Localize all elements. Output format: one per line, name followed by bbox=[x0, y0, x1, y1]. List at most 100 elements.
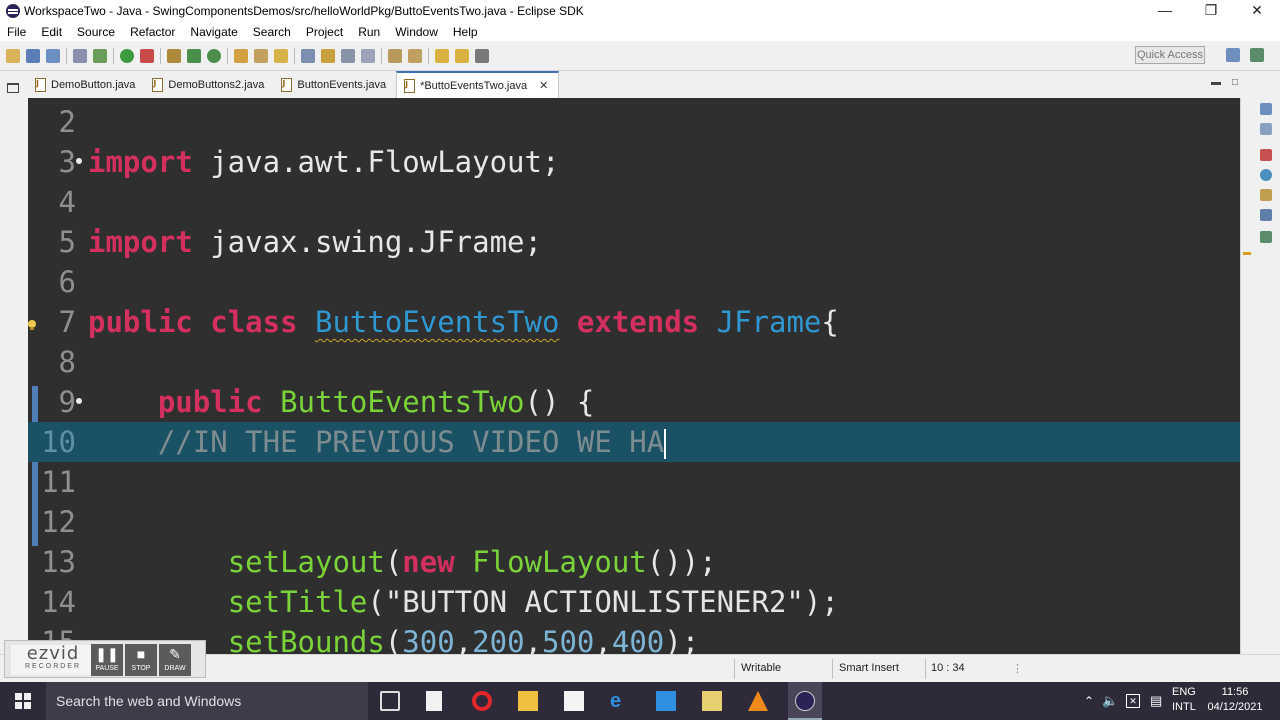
status-more-icon[interactable]: ⋮ bbox=[1012, 662, 1023, 675]
menu-help[interactable]: Help bbox=[446, 25, 486, 39]
quick-access-input[interactable]: Quick Access bbox=[1135, 46, 1205, 64]
declaration-icon[interactable] bbox=[1260, 189, 1272, 201]
problems-icon[interactable] bbox=[1260, 149, 1272, 161]
warning-lightbulb-icon[interactable] bbox=[26, 318, 38, 330]
javadoc-icon[interactable] bbox=[1260, 169, 1272, 181]
debug-icon[interactable] bbox=[93, 48, 107, 63]
new-class-icon[interactable] bbox=[207, 48, 221, 63]
action-center-icon[interactable]: ✕ bbox=[1126, 694, 1140, 708]
java-perspective-icon[interactable] bbox=[1250, 48, 1264, 62]
close-window-icon[interactable]: ✕ bbox=[1234, 0, 1280, 22]
toggle-mark-icon[interactable] bbox=[301, 48, 315, 63]
edit-icon[interactable] bbox=[274, 48, 288, 63]
input-language[interactable]: ENG INTL bbox=[1172, 685, 1196, 715]
forward-arrow-icon[interactable] bbox=[475, 48, 489, 63]
close-tab-icon[interactable]: ✕ bbox=[539, 79, 548, 92]
show-whitespace-icon[interactable] bbox=[361, 48, 375, 63]
tab-buttoeventstwo[interactable]: *ButtoEventsTwo.java ✕ bbox=[396, 71, 560, 98]
tab-demobuttons2[interactable]: DemoButtons2.java bbox=[145, 71, 274, 98]
file-icon[interactable] bbox=[426, 691, 442, 711]
code-token: import bbox=[88, 225, 193, 259]
show-hidden-icons[interactable]: ⌃ bbox=[1084, 682, 1094, 720]
minimize-editor-icon[interactable]: ▬ bbox=[1211, 77, 1221, 88]
save-all-icon[interactable] bbox=[46, 48, 60, 63]
eclipse-taskbar-button[interactable] bbox=[788, 682, 822, 720]
prev-annotation-icon[interactable] bbox=[408, 48, 422, 63]
skip-breakpoints-icon[interactable] bbox=[73, 48, 87, 63]
sticky-folder-icon[interactable] bbox=[702, 691, 722, 711]
vertical-scrollbar[interactable] bbox=[1240, 98, 1252, 654]
menu-window[interactable]: Window bbox=[388, 25, 446, 39]
outline-icon[interactable] bbox=[1260, 123, 1272, 135]
task-list-icon[interactable] bbox=[1260, 231, 1272, 243]
network-icon[interactable]: ▤ bbox=[1150, 682, 1162, 720]
package-explorer-icon[interactable] bbox=[1260, 103, 1272, 115]
menu-file[interactable]: File bbox=[0, 25, 34, 39]
code-line[interactable]: 6 bbox=[28, 262, 1240, 302]
start-button[interactable] bbox=[0, 682, 46, 720]
current-code-line[interactable]: 10 //IN THE PREVIOUS VIDEO WE HA bbox=[28, 422, 1240, 462]
volume-icon[interactable]: 🔈 bbox=[1102, 682, 1118, 720]
explorer-folder-icon[interactable] bbox=[656, 691, 676, 711]
last-edit-icon[interactable] bbox=[435, 48, 449, 63]
line-number: 2 bbox=[58, 105, 76, 139]
code-line[interactable]: 9 public ButtoEventsTwo() { bbox=[28, 382, 1240, 422]
new-package-icon[interactable] bbox=[187, 48, 201, 63]
external-tools-icon[interactable] bbox=[140, 48, 154, 63]
menu-navigate[interactable]: Navigate bbox=[183, 25, 245, 39]
vlc-icon[interactable] bbox=[748, 691, 768, 711]
code-line[interactable]: 14 setTitle("BUTTON ACTIONLISTENER2"); bbox=[28, 582, 1240, 622]
next-annotation-icon[interactable] bbox=[388, 48, 402, 63]
code-token: //IN THE PREVIOUS VIDEO WE HA bbox=[88, 425, 665, 459]
edge-icon[interactable]: e bbox=[610, 691, 630, 711]
draw-button[interactable]: ✎ DRAW bbox=[159, 644, 191, 676]
console-icon[interactable] bbox=[1260, 209, 1272, 221]
pause-button[interactable]: ❚❚ PAUSE bbox=[91, 644, 123, 676]
code-line[interactable]: 8 bbox=[28, 342, 1240, 382]
minimize-icon[interactable]: — bbox=[1142, 0, 1188, 22]
code-line[interactable]: 13 setLayout(new FlowLayout()); bbox=[28, 542, 1240, 582]
code-line[interactable]: 5 import javax.swing.JFrame; bbox=[28, 222, 1240, 262]
menu-project[interactable]: Project bbox=[299, 25, 351, 39]
save-icon[interactable] bbox=[26, 48, 40, 63]
run-icon[interactable] bbox=[120, 48, 134, 63]
new-icon[interactable] bbox=[6, 48, 20, 63]
code-line[interactable]: 11 bbox=[28, 462, 1240, 502]
menu-search[interactable]: Search bbox=[246, 25, 299, 39]
pause-label: PAUSE bbox=[95, 665, 119, 672]
open-perspective-icon[interactable] bbox=[1226, 48, 1240, 62]
tab-demobutton[interactable]: DemoButton.java bbox=[28, 71, 145, 98]
code-line[interactable]: 2 bbox=[28, 102, 1240, 142]
search-tool-icon[interactable] bbox=[254, 48, 268, 63]
store-icon[interactable] bbox=[564, 691, 584, 711]
menu-edit[interactable]: Edit bbox=[34, 25, 70, 39]
restore-window-icon[interactable]: ❐ bbox=[1188, 0, 1234, 22]
code-line[interactable]: 3 import java.awt.FlowLayout; bbox=[28, 142, 1240, 182]
new-java-project-icon[interactable] bbox=[167, 48, 181, 63]
annotation-icon[interactable] bbox=[321, 48, 335, 63]
back-arrow-icon[interactable] bbox=[455, 48, 469, 63]
open-type-icon[interactable] bbox=[234, 48, 248, 63]
code-line[interactable]: 12 bbox=[28, 502, 1240, 542]
overview-warning-marker[interactable] bbox=[1243, 252, 1251, 255]
file-explorer-icon[interactable] bbox=[518, 691, 538, 711]
taskbar-search-box[interactable]: Search the web and Windows bbox=[46, 682, 368, 720]
menu-refactor[interactable]: Refactor bbox=[123, 25, 183, 39]
maximize-editor-icon[interactable]: □ bbox=[1232, 77, 1238, 88]
opera-icon[interactable] bbox=[472, 691, 492, 711]
restore-view-icon[interactable] bbox=[7, 83, 19, 93]
tab-buttonevents[interactable]: ButtonEvents.java bbox=[274, 71, 396, 98]
block-selection-icon[interactable] bbox=[341, 48, 355, 63]
system-clock[interactable]: 11:56 04/12/2021 bbox=[1200, 685, 1270, 715]
code-line[interactable]: 7 public class ButtoEventsTwo extends JFr… bbox=[28, 302, 1240, 342]
stop-button[interactable]: ■ STOP bbox=[125, 644, 157, 676]
code-token: setTitle bbox=[227, 585, 368, 619]
task-view-icon[interactable] bbox=[380, 691, 400, 711]
code-line[interactable]: 4 bbox=[28, 182, 1240, 222]
menu-run[interactable]: Run bbox=[351, 25, 388, 39]
code-line[interactable]: 15 setBounds(300,200,500,400); bbox=[28, 622, 1240, 654]
fold-toggle-icon[interactable] bbox=[76, 398, 82, 404]
fold-toggle-icon[interactable] bbox=[76, 158, 82, 164]
menu-source[interactable]: Source bbox=[70, 25, 123, 39]
code-editor[interactable]: 2 3 import java.awt.FlowLayout; 4 5 import ja… bbox=[28, 98, 1240, 654]
